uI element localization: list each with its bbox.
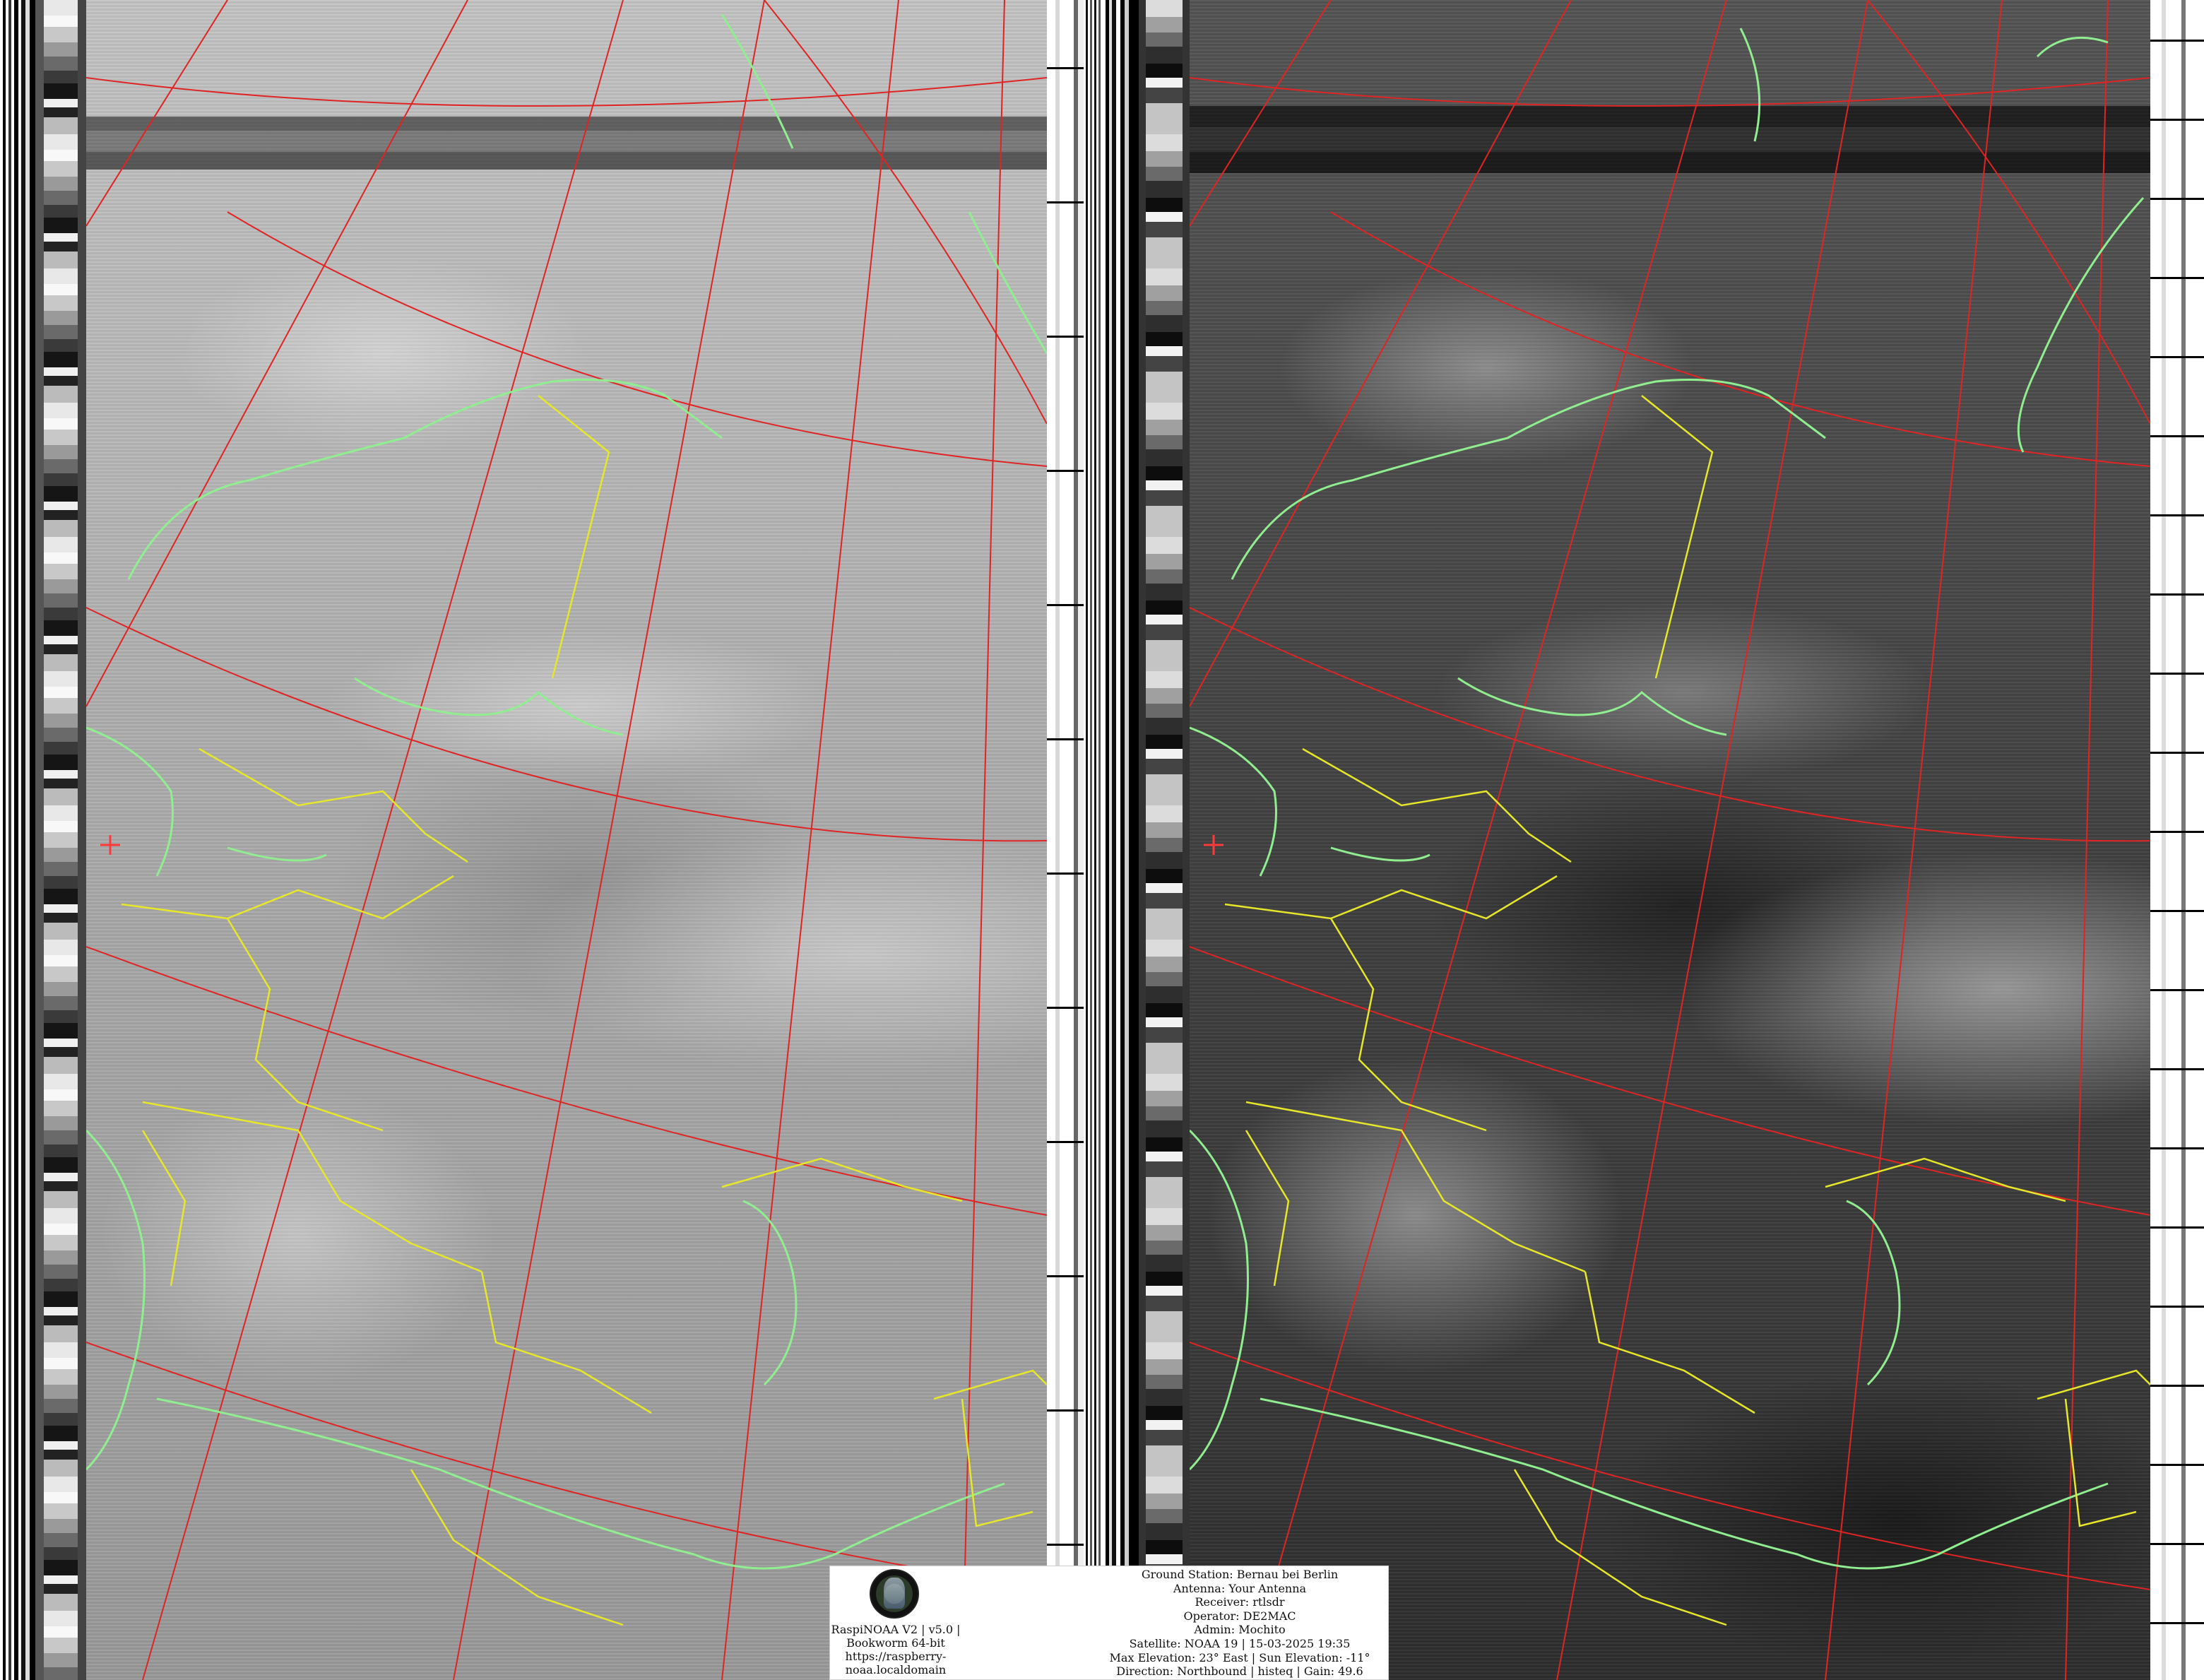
ground-station: Ground Station: Bernau bei Berlin [1141,1568,1339,1581]
raspinoaa-globe-logo-icon [870,1569,919,1619]
channel-separator [1084,0,1102,1680]
software-info-line: noaa.localdomain [845,1663,947,1676]
software-info-line: Bookworm 64-bit [846,1636,945,1650]
admin: Admin: Mochito [1194,1623,1286,1637]
software-info-line: RaspiNOAA V2 | v5.0 | [831,1623,961,1636]
station-info: Ground Station: Bernau bei Berlin Antenn… [1091,1568,1388,1679]
operator: Operator: DE2MAC [1183,1609,1296,1623]
channel-b-image [1190,0,2150,1680]
station-marker-b [1204,835,1224,855]
channel-a-image [86,0,1047,1680]
satellite-pass: Satellite: NOAA 19 | 15-03-2025 19:35 [1129,1636,1351,1650]
software-info-line: https://raspberry- [845,1650,947,1663]
sync-b-bars [1102,0,1139,1680]
receiver: Receiver: rtlsdr [1195,1595,1285,1609]
pass-info-legend: RaspiNOAA V2 | v5.0 | Bookworm 64-bit ht… [829,1566,1389,1680]
map-overlay-a [86,0,1047,1680]
station-marker-a [100,835,120,855]
antenna: Antenna: Your Antenna [1173,1581,1307,1595]
elevation-info: Max Elevation: 23° East | Sun Elevation:… [1109,1650,1370,1664]
space-view-a [1047,0,1084,1680]
telemetry-a-wedges [35,0,86,1680]
map-overlay-b [1190,0,2150,1680]
telemetry-b-wedges [1139,0,1190,1680]
direction-info: Direction: Northbound | histeq | Gain: 4… [1116,1664,1363,1679]
sync-a-bars [0,0,35,1680]
space-view-b [2150,0,2204,1680]
software-info: RaspiNOAA V2 | v5.0 | Bookworm 64-bit ht… [830,1623,961,1676]
